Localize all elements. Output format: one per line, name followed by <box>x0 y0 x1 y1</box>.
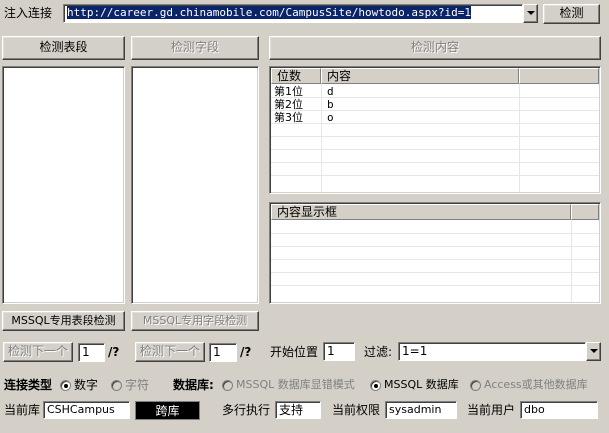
db-mssql-radio[interactable] <box>370 380 381 391</box>
next-field-button[interactable]: 检测下一个 <box>135 342 205 362</box>
grid-divider <box>271 97 599 98</box>
grid-divider <box>271 149 599 150</box>
type-number-radio[interactable] <box>60 380 71 391</box>
tables-list[interactable] <box>2 66 125 304</box>
mssql-table-detect-button[interactable]: MSSQL专用表段检测 <box>2 311 125 331</box>
multiline-exec-label: 多行执行 <box>222 403 271 417</box>
type-char-radio[interactable] <box>111 380 122 391</box>
connection-type-label: 连接类型 <box>4 378 53 392</box>
db-access-label[interactable]: Access或其他数据库 <box>484 377 588 393</box>
detect-content-button[interactable]: 检测内容 <box>269 36 601 60</box>
row-content: d <box>327 85 334 98</box>
next-table-total: /? <box>108 345 120 359</box>
detect-tables-button[interactable]: 检测表段 <box>2 36 125 60</box>
cross-db-button[interactable]: 跨库 <box>135 401 200 420</box>
database-label: 数据库: <box>173 378 214 392</box>
grid-divider <box>271 259 599 260</box>
current-user-field[interactable]: dbo <box>520 401 598 419</box>
display-box-header: 内容显示框 <box>271 204 571 220</box>
current-priv-label: 当前权限 <box>332 403 381 417</box>
grid-divider <box>271 233 599 234</box>
grid-divider <box>271 246 599 247</box>
next-field-total: /? <box>240 345 252 359</box>
grid-divider <box>271 162 599 163</box>
current-db-field[interactable]: CSHCampus <box>43 401 130 419</box>
multiline-exec-field[interactable]: 支持 <box>275 401 321 419</box>
filter-dropdown-icon[interactable] <box>586 342 601 361</box>
start-position-label: 开始位置 <box>270 345 319 359</box>
next-field-input[interactable]: 1 <box>209 343 237 362</box>
grid-divider <box>271 175 599 176</box>
grid-divider <box>271 285 599 286</box>
row-position: 第1位 <box>274 85 303 98</box>
db-mssql-error-radio[interactable] <box>222 380 233 391</box>
next-table-input[interactable]: 1 <box>78 343 105 362</box>
row-content: o <box>327 111 334 124</box>
db-access-radio[interactable] <box>470 380 481 391</box>
row-position: 第3位 <box>274 111 303 124</box>
row-content: b <box>327 98 334 111</box>
grid-divider <box>271 272 599 273</box>
type-number-label[interactable]: 数字 <box>74 377 98 393</box>
current-db-label: 当前库 <box>4 403 41 417</box>
grid-divider <box>271 123 599 124</box>
grid-header-content[interactable]: 内容 <box>321 68 519 84</box>
current-priv-field[interactable]: sysadmin <box>385 401 457 419</box>
next-table-button[interactable]: 检测下一个 <box>3 342 73 362</box>
start-position-input[interactable]: 1 <box>323 342 355 361</box>
grid-divider <box>271 136 599 137</box>
url-dropdown-icon[interactable] <box>523 4 538 23</box>
db-mssql-label[interactable]: MSSQL 数据库 <box>384 377 459 393</box>
fields-list[interactable] <box>131 66 259 304</box>
db-mssql-error-label[interactable]: MSSQL 数据库显错模式 <box>236 377 355 393</box>
url-label: 注入连接 <box>4 6 53 20</box>
filter-select[interactable]: 1=1 <box>398 342 586 361</box>
detect-fields-button[interactable]: 检测字段 <box>131 36 259 60</box>
display-box-header-filler <box>571 204 599 220</box>
grid-header-position[interactable]: 位数 <box>271 68 321 84</box>
filter-label: 过滤: <box>364 345 393 359</box>
url-text: http://career.gd.chinamobile.com/CampusS… <box>67 6 471 19</box>
grid-divider <box>271 110 599 111</box>
url-input[interactable]: http://career.gd.chinamobile.com/CampusS… <box>63 4 523 23</box>
type-char-label[interactable]: 字符 <box>125 377 149 393</box>
row-position: 第2位 <box>274 98 303 111</box>
detect-button[interactable]: 检测 <box>543 4 600 24</box>
mssql-field-detect-button[interactable]: MSSQL专用字段检测 <box>131 311 259 331</box>
current-user-label: 当前用户 <box>467 403 516 417</box>
grid-header-filler <box>519 68 599 84</box>
